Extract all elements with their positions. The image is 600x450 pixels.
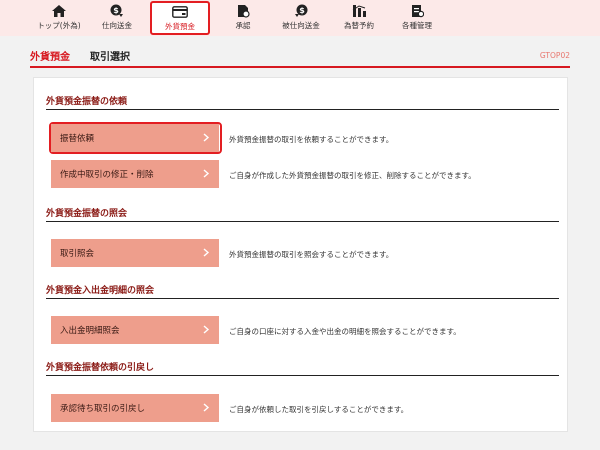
section-title-transfer-request: 外貨預金振替の依頼 [46,97,128,107]
nav-foreign-deposit[interactable]: 外貨預金 [150,1,210,35]
transfer-request-button-label: 振替依頼 [60,134,95,144]
nav-management-label: 各種管理 [402,21,432,30]
transaction-menu-panel: 外貨預金振替の依頼 振替依頼 外貨預金振替の取引を依頼することができます。 作成… [33,77,568,432]
header-divider [30,66,570,68]
chevron-right-icon [203,403,210,412]
svg-text:$: $ [113,6,119,15]
withdraw-pending-button-label: 承認待ち取引の引戻し [60,404,146,414]
send-money-icon: $ [109,4,125,18]
nav-approval-label: 承認 [235,21,251,30]
section-divider [46,375,559,376]
section-title-transfer-inquiry: 外貨預金振替の照会 [46,209,128,219]
nav-management[interactable]: 各種管理 [388,0,446,36]
statement-inquiry-button[interactable]: 入出金明細照会 [51,316,219,344]
nav-top[interactable]: トップ(外為) [30,0,88,36]
edit-delete-draft-button[interactable]: 作成中取引の修正・削除 [51,160,219,188]
page-subtitle: 取引選択 [90,51,130,63]
section-divider [46,221,559,222]
chevron-right-icon [203,248,210,257]
withdraw-pending-description: ご自身が依頼した取引を引戻しすることができます。 [229,405,409,414]
transfer-request-button[interactable]: 振替依頼 [51,124,219,152]
statement-inquiry-button-label: 入出金明細照会 [60,326,120,336]
nav-inward-remittance[interactable]: $ 被仕向送金 [272,0,330,36]
section-divider [46,298,559,299]
chevron-right-icon [203,133,210,142]
nav-remittance-label: 仕向送金 [102,21,132,30]
screen-code: GTOP02 [539,50,570,60]
nav-exchange-contract-label: 為替予約 [344,21,374,30]
nav-top-label: トップ(外為) [37,21,81,30]
home-icon [51,4,67,18]
edit-delete-draft-description: ご自身が作成した外貨預金振替の取引を修正、削除することができます。 [229,171,476,180]
nav-approval[interactable]: 承認 [214,0,272,36]
transaction-inquiry-button-label: 取引照会 [60,249,95,259]
exchange-contract-icon [351,4,367,18]
deposit-icon [172,5,188,19]
page-title: 外貨預金 [30,51,70,63]
top-navigation: トップ(外為) $ 仕向送金 外貨預金 承認 $ 被仕向送金 為替予約 各種管理 [0,0,600,36]
chevron-right-icon [203,169,210,178]
nav-inward-remittance-label: 被仕向送金 [282,21,320,30]
nav-foreign-deposit-label: 外貨預金 [165,22,195,31]
section-title-statement-inquiry: 外貨預金入出金明細の照会 [46,286,155,296]
management-icon [409,4,425,18]
section-title-withdraw-request: 外貨預金振替依頼の引戻し [46,363,155,373]
svg-text:$: $ [299,6,305,15]
chevron-right-icon [203,325,210,334]
approval-icon [235,4,251,18]
section-divider [46,109,559,110]
page-header: 外貨預金 取引選択 GTOP02 [30,46,570,64]
transaction-inquiry-description: 外貨預金振替の取引を照会することができます。 [229,250,394,259]
receive-money-icon: $ [293,4,309,18]
nav-exchange-contract[interactable]: 為替予約 [330,0,388,36]
edit-delete-draft-button-label: 作成中取引の修正・削除 [60,170,154,180]
withdraw-pending-button[interactable]: 承認待ち取引の引戻し [51,394,219,422]
transfer-request-description: 外貨預金振替の取引を依頼することができます。 [229,135,394,144]
nav-remittance[interactable]: $ 仕向送金 [88,0,146,36]
transaction-inquiry-button[interactable]: 取引照会 [51,239,219,267]
statement-inquiry-description: ご自身の口座に対する入金や出金の明細を照会することができます。 [229,327,461,336]
